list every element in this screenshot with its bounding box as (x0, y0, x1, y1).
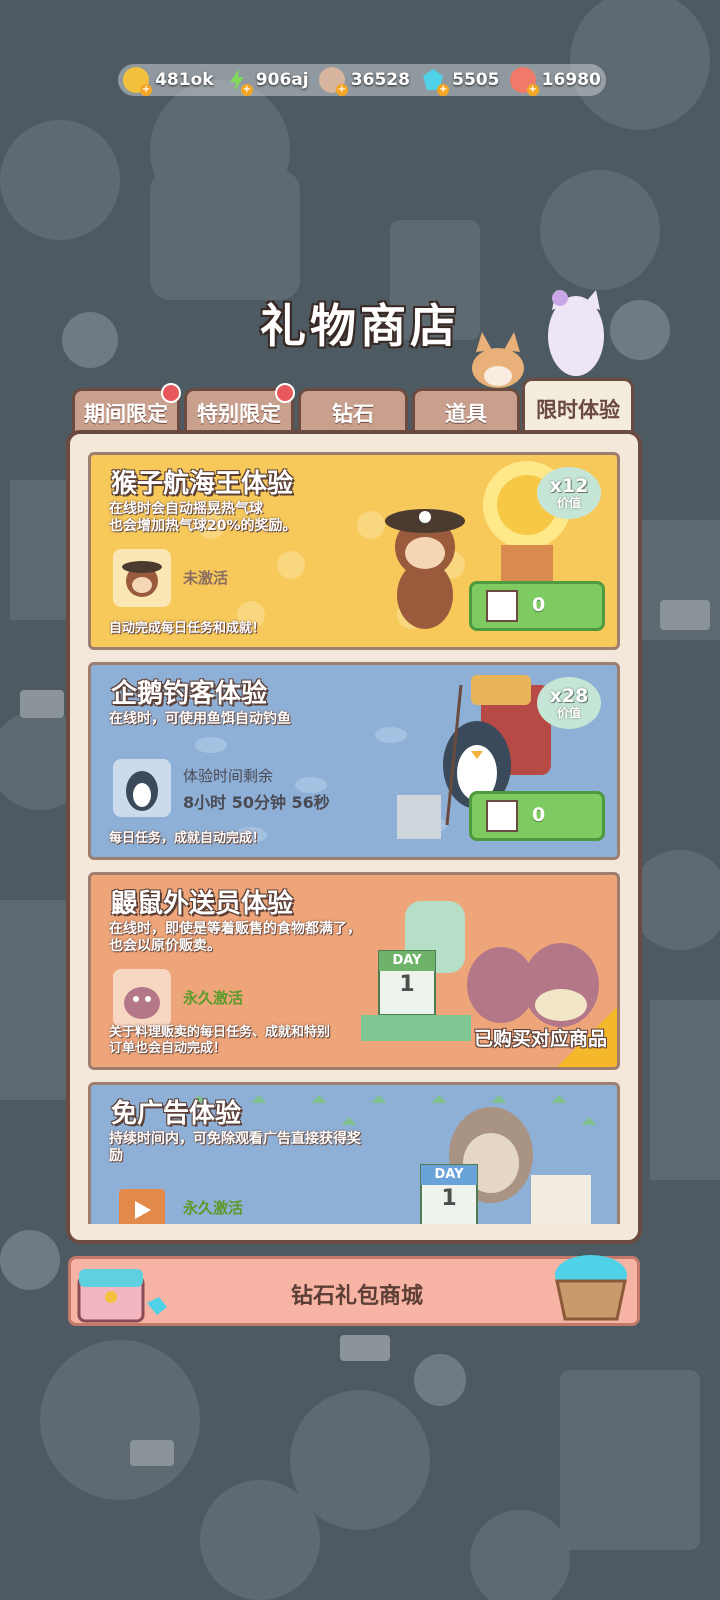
tab-label: 特别限定 (197, 401, 281, 426)
card-no-ads: 免广告体验 持续时间内，可免除观看广告直接获得奖 励 永久激活 DAY 1 (88, 1082, 620, 1224)
price-label: 0 (532, 804, 546, 826)
ad-ticket-icon (113, 1179, 171, 1224)
card-mole-delivery: 鼹鼠外送员体验 在线时，即使是等着贩售的食物都满了， 也会以原价贩卖。 永久激活… (88, 872, 620, 1070)
tab-items[interactable]: 道具 (412, 388, 520, 434)
buy-button[interactable]: 0 (469, 791, 605, 841)
resource-coin[interactable]: + 481ok (123, 67, 214, 96)
card-description: 持续时间内，可免除观看广告直接获得奖 励 (109, 1131, 361, 1164)
card-title: 鼹鼠外送员体验 (111, 889, 294, 919)
penguin-thumbnail-icon (486, 800, 518, 832)
timer-label: 体验时间剩余 (183, 767, 274, 785)
tab-label: 期间限定 (84, 401, 168, 426)
buy-button[interactable]: 0 (469, 581, 605, 631)
plus-icon[interactable]: + (240, 84, 253, 96)
resource-energy[interactable]: + 906aj (224, 67, 309, 96)
plus-icon[interactable]: + (437, 84, 450, 96)
candy-icon: + (509, 67, 539, 96)
notification-dot-icon (275, 383, 295, 403)
tab-limited-trial[interactable]: 限时体验 (522, 378, 634, 436)
energy-value: 906aj (255, 70, 309, 90)
value-badge: x28 价值 (537, 677, 601, 729)
resource-candy[interactable]: + 16980 (509, 67, 601, 96)
card-list[interactable]: 猴子航海王体验 在线时会自动摇晃热气球 也会增加热气球20%的奖励。 未激活 自… (88, 452, 620, 1224)
card-description: 在线时，可使用鱼饵自动钓鱼 (109, 711, 291, 727)
card-title: 免广告体验 (111, 1099, 242, 1129)
tab-label: 道具 (445, 401, 487, 426)
day-label: DAY (434, 1167, 464, 1182)
value-label: 价值 (556, 706, 581, 720)
diamond-icon: + (420, 67, 450, 96)
cookie-icon: + (318, 67, 348, 96)
value-multiplier: x28 (549, 685, 589, 707)
shop-panel: 猴子航海王体验 在线时会自动摇晃热气球 也会增加热气球20%的奖励。 未激活 自… (66, 430, 642, 1244)
monkey-avatar-icon (113, 549, 171, 607)
tab-label: 限时体验 (536, 397, 620, 422)
price-label: 0 (532, 594, 546, 616)
plus-icon[interactable]: + (335, 84, 348, 96)
cookie-value: 36528 (350, 70, 410, 90)
page-title: 礼物商店 (260, 299, 460, 353)
day-number: 1 (399, 972, 415, 997)
tab-label: 钻石 (332, 401, 374, 426)
penguin-avatar-icon (113, 759, 171, 817)
card-penguin-fisher: 企鹅钓客体验 在线时，可使用鱼饵自动钓鱼 体验时间剩余 8小时 50分钟 56秒… (88, 662, 620, 860)
status-label: 未激活 (183, 569, 229, 587)
mole-avatar-icon (113, 969, 171, 1027)
card-footer: 自动完成每日任务和成就！ (109, 621, 266, 636)
timer-value: 8小时 50分钟 56秒 (183, 793, 330, 812)
tab-special-limited[interactable]: 特别限定 (184, 383, 295, 434)
status-label: 永久激活 (183, 989, 244, 1007)
coin-icon: + (123, 67, 153, 96)
day-calendar-icon: DAY 1 (379, 953, 435, 997)
diamond-gift-shop-button[interactable]: 钻石礼包商城 (68, 1255, 640, 1326)
notification-dot-icon (161, 383, 181, 403)
plus-icon[interactable]: + (526, 84, 539, 96)
status-label: 永久激活 (183, 1199, 244, 1217)
card-monkey-captain: 猴子航海王体验 在线时会自动摇晃热气球 也会增加热气球20%的奖励。 未激活 自… (88, 452, 620, 650)
tab-period-limited[interactable]: 期间限定 (72, 383, 181, 434)
value-label: 价值 (556, 496, 581, 510)
tab-diamond[interactable]: 钻石 (298, 388, 408, 434)
resource-cookie[interactable]: + 36528 (318, 67, 410, 96)
card-footer: 每日任务，成就自动完成！ (109, 831, 266, 846)
resource-diamond[interactable]: + 5505 (420, 67, 500, 96)
card-title: 猴子航海王体验 (111, 469, 294, 499)
resource-bar: + 481ok + 906aj + 36528 + 5505 + 16980 (118, 64, 606, 96)
monkey-thumbnail-icon (486, 590, 518, 622)
diamond-value: 5505 (452, 70, 500, 90)
card-description: 在线时，即使是等着贩售的食物都满了， 也会以原价贩卖。 (109, 921, 361, 954)
lightning-icon: + (224, 67, 253, 96)
day-number: 1 (441, 1186, 457, 1211)
card-description: 在线时会自动摇晃热气球 也会增加热气球20%的奖励。 (109, 501, 297, 534)
day-calendar-icon: DAY 1 (421, 1167, 477, 1211)
card-footer: 关于料理贩卖的每日任务、成就和特别 订单也会自动完成！ (109, 1025, 331, 1056)
value-badge: x12 价值 (537, 467, 601, 519)
coin-value: 481ok (155, 70, 214, 90)
purchased-label: 已购买对应商品 (473, 1028, 607, 1050)
candy-value: 16980 (541, 70, 601, 90)
diamond-basket-icon (555, 1255, 627, 1321)
day-label: DAY (392, 953, 422, 968)
card-title: 企鹅钓客体验 (111, 679, 268, 709)
plus-icon[interactable]: + (140, 84, 153, 96)
value-multiplier: x12 (549, 475, 589, 497)
